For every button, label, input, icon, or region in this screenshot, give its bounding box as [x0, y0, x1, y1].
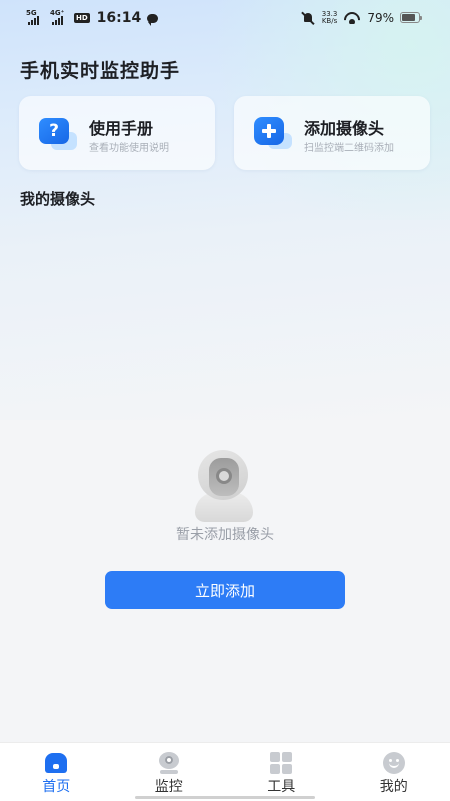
- add-camera-card[interactable]: 添加摄像头 扫监控端二维码添加: [234, 96, 430, 170]
- monitor-icon: [156, 751, 182, 775]
- plus-icon: [252, 118, 288, 148]
- cellular-signal-icon: 5G: [26, 11, 46, 25]
- profile-icon: [381, 751, 407, 775]
- tab-mine-label: 我的: [338, 776, 450, 796]
- tab-monitor[interactable]: 监控: [113, 743, 226, 801]
- mute-bell-icon: [301, 11, 315, 25]
- user-manual-title: 使用手册: [89, 115, 153, 139]
- add-camera-subtitle: 扫监控端二维码添加: [304, 139, 394, 154]
- home-icon: [43, 751, 69, 775]
- add-now-button[interactable]: 立即添加: [105, 571, 345, 609]
- user-manual-subtitle: 查看功能使用说明: [89, 139, 169, 154]
- hd-badge: HD: [74, 13, 90, 23]
- add-camera-title: 添加摄像头: [304, 115, 384, 139]
- user-manual-card[interactable]: ? 使用手册 查看功能使用说明: [19, 96, 215, 170]
- tab-home[interactable]: 首页: [0, 743, 113, 801]
- battery-fill: [402, 14, 415, 21]
- tools-icon: [268, 751, 294, 775]
- network-speed: 33.3 KB/s: [322, 11, 338, 25]
- home-indicator: [135, 796, 315, 799]
- status-left: 5G 4G⁺ HD 16:14: [26, 10, 158, 26]
- bottom-tab-bar: 首页 监控 工具 我的: [0, 742, 450, 801]
- question-icon: ?: [37, 118, 73, 148]
- status-time: 16:14: [97, 10, 142, 26]
- tab-tools-label: 工具: [225, 776, 338, 796]
- status-right: 33.3 KB/s 79%: [301, 11, 394, 25]
- status-bar: 5G 4G⁺ HD 16:14 33.3 KB/s 79%: [0, 0, 450, 38]
- page-title: 手机实时监控助手: [20, 56, 180, 83]
- tab-monitor-label: 监控: [113, 776, 226, 796]
- message-icon: [147, 14, 158, 23]
- network-speed-unit: KB/s: [322, 17, 337, 25]
- my-cameras-heading: 我的摄像头: [20, 188, 95, 209]
- battery-icon: [400, 12, 420, 23]
- cellular-signal-icon-2: 4G⁺: [50, 11, 70, 25]
- tab-home-label: 首页: [0, 776, 113, 796]
- battery-percent: 79%: [367, 11, 394, 25]
- tab-mine[interactable]: 我的: [338, 743, 450, 801]
- empty-state-message: 暂未添加摄像头: [0, 524, 450, 544]
- tab-tools[interactable]: 工具: [225, 743, 338, 801]
- wifi-icon: [344, 12, 360, 24]
- camera-icon: [191, 450, 257, 524]
